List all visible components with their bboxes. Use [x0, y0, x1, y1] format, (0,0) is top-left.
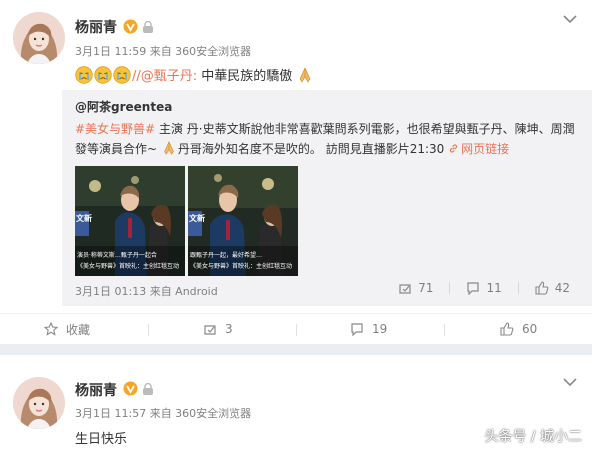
avatar[interactable]	[13, 12, 65, 64]
post-text: //@甄子丹: 中華民族的驕傲	[75, 65, 315, 84]
post-text-body: 中華民族的驕傲	[197, 69, 293, 84]
comment-icon	[351, 323, 363, 336]
favorite-label: 收藏	[66, 322, 91, 337]
mention-link[interactable]: //@甄子丹:	[132, 69, 197, 84]
repost-text-line1: 主演 丹·史蒂文斯說他非常喜歡葉問系列電影，也很希望與甄子丹、陳坤、周潤	[155, 122, 575, 136]
repost-stats: 71 11 42	[398, 281, 570, 295]
divider	[148, 324, 149, 336]
repost-text: #美女与野兽# 主演 丹·史蒂文斯說他非常喜歡葉問系列電影，也很希望與甄子丹、陳…	[75, 119, 580, 159]
divider	[517, 282, 519, 294]
hashtag-link[interactable]: #美女与野兽#	[75, 122, 155, 136]
repost-text-part: 丹哥海外知名度不是吹的。 訪問見直播影片21:30	[177, 142, 449, 156]
chevron-down-icon[interactable]	[562, 14, 578, 24]
repost-count: 3	[225, 322, 233, 336]
post-meta: 3月1日 11:57 来自 360安全浏览器	[75, 407, 252, 420]
repost-count: 71	[418, 281, 434, 295]
like-count: 60	[522, 322, 538, 336]
link-icon	[450, 144, 458, 153]
thumbs-up-icon	[535, 281, 549, 295]
repost-text-line2: 發等演員合作~ 丹哥海外知名度不是吹的。 訪問見直播影片21:30 网页链接	[75, 139, 580, 159]
divider	[296, 324, 297, 336]
praying-hands-icon	[164, 141, 174, 155]
chevron-down-icon[interactable]	[562, 377, 578, 387]
like-button[interactable]: 60	[500, 320, 537, 338]
repost-icon	[399, 284, 411, 294]
thumbnail-side-label: 文新	[76, 214, 92, 223]
video-thumbnail[interactable]: 文新 跟甄子丹一起，最好希望… 《美女与野兽》首映礼：主创红毯互动	[188, 166, 298, 276]
crying-face-icon	[113, 66, 131, 84]
username[interactable]: 杨丽青	[75, 380, 117, 400]
verified-badge-icon	[123, 19, 138, 34]
verified-badge-icon	[123, 381, 138, 396]
crying-face-icon	[75, 66, 93, 84]
web-link[interactable]: 网页链接	[448, 142, 509, 156]
star-icon	[44, 322, 58, 336]
thumbnail-caption: 《美女与野兽》首映礼：主创红毯互动	[190, 263, 293, 270]
comment-icon	[467, 282, 480, 295]
web-link-label: 网页链接	[461, 142, 510, 156]
username[interactable]: 杨丽青	[75, 17, 117, 37]
thumbnail-caption: 跟甄子丹一起，最好希望…	[190, 252, 263, 259]
action-bar: 收藏 3 19 60	[0, 313, 592, 343]
repost-text-part: 發等演員合作~	[75, 142, 161, 156]
thumbnail-side-label: 文新	[189, 214, 205, 223]
watermark: 头条号 / 城小二	[484, 429, 582, 445]
repost-meta: 3月1日 01:13 来自 Android	[75, 285, 218, 298]
repost-repost-count[interactable]: 71	[398, 281, 433, 295]
repost-icon	[204, 325, 216, 335]
crying-face-icon	[94, 66, 112, 84]
repost-block[interactable]: @阿茶greentea #美女与野兽# 主演 丹·史蒂文斯說他非常喜歡葉問系列電…	[62, 90, 592, 306]
avatar[interactable]	[13, 377, 65, 429]
repost-comment-count[interactable]: 11	[466, 281, 502, 295]
divider	[449, 282, 451, 294]
thumbnail-caption: 《美女与野兽》首映礼：主创红毯互动	[77, 263, 180, 270]
post-text: 生日快乐	[75, 432, 128, 447]
post-card: 杨丽青 3月1日 11:59 来自 360安全浏览器 //@甄子丹: 中華民族的…	[0, 0, 592, 344]
repost-button[interactable]: 3	[203, 320, 233, 338]
divider	[444, 324, 445, 336]
comment-count: 11	[486, 281, 502, 295]
post-meta: 3月1日 11:59 来自 360安全浏览器	[75, 45, 252, 58]
comment-count: 19	[372, 322, 388, 336]
thumbnail-caption: 演员·称蒂文斯…甄子丹一起合	[77, 252, 157, 259]
feed-divider	[0, 344, 592, 355]
repost-username[interactable]: @阿茶greentea	[75, 98, 172, 115]
praying-hands-icon	[300, 67, 311, 83]
thumbs-up-icon	[500, 322, 514, 336]
repost-like-count[interactable]: 42	[535, 281, 570, 295]
member-icon	[143, 383, 153, 395]
video-thumbnail[interactable]: 文新 演员·称蒂文斯…甄子丹一起合 《美女与野兽》首映礼：主创红毯互动	[75, 166, 185, 276]
weibo-feed: 杨丽青 3月1日 11:59 来自 360安全浏览器 //@甄子丹: 中華民族的…	[0, 0, 592, 451]
favorite-button[interactable]: 收藏	[44, 320, 90, 338]
member-icon	[143, 21, 153, 33]
like-count: 42	[554, 281, 570, 295]
comment-button[interactable]: 19	[350, 320, 387, 338]
